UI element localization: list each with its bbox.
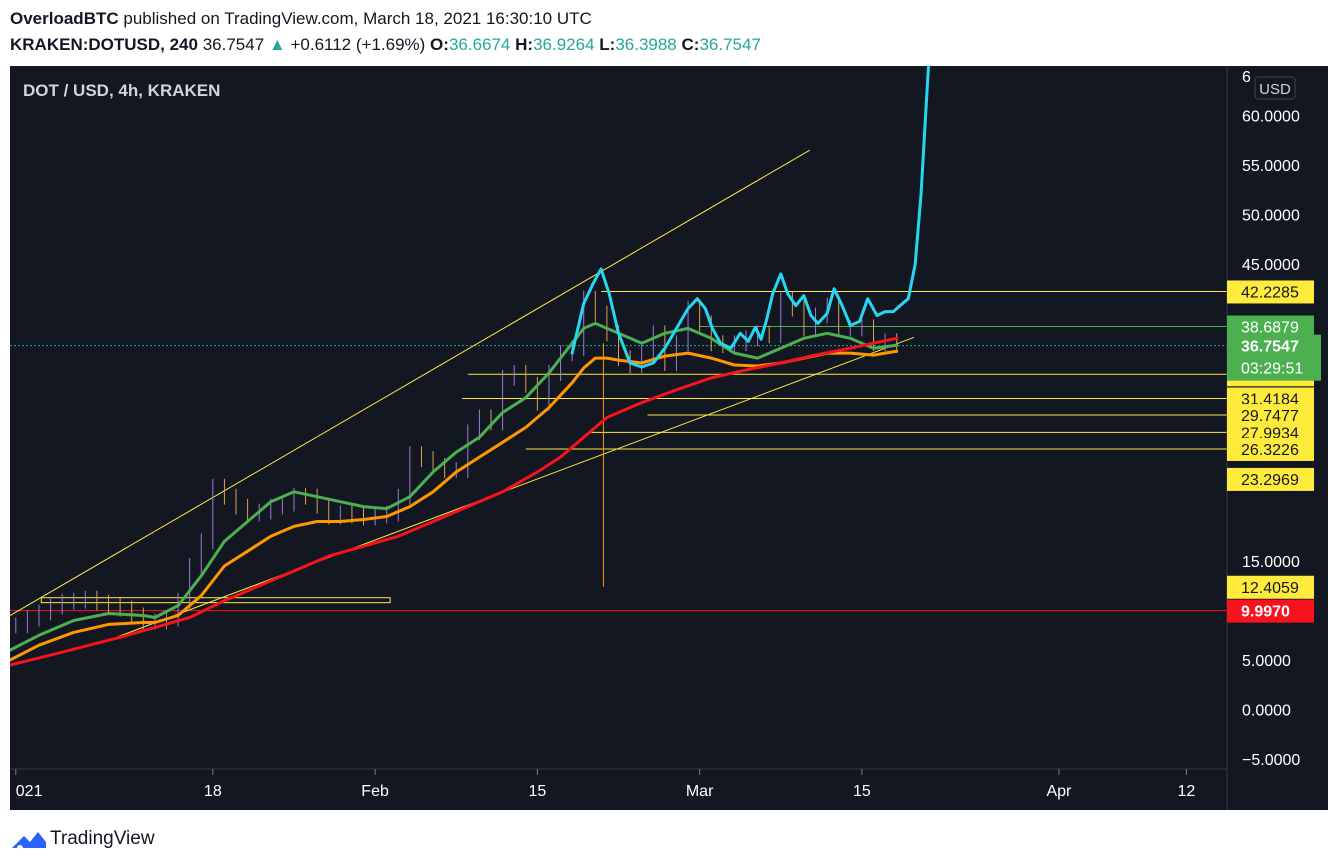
x-tick-label: 15 [528, 783, 546, 800]
y-tick-label: 55.0000 [1242, 158, 1300, 175]
y-tick-label: 6 [1242, 69, 1251, 86]
publish-info: published on TradingView.com, March 18, … [123, 9, 592, 28]
symbol-label: KRAKEN:DOTUSD, 240 [10, 35, 198, 54]
price-label: 42.2285 [1241, 284, 1299, 301]
price-label: 26.3226 [1241, 442, 1299, 459]
y-tick-label: 0.0000 [1242, 703, 1291, 720]
high-value: 36.9264 [533, 35, 595, 54]
x-tick-label: Mar [686, 783, 714, 800]
x-tick-label: Apr [1046, 783, 1072, 800]
price-label: 9.9970 [1241, 604, 1290, 621]
currency-label: USD [1259, 81, 1291, 98]
x-tick-label: 18 [204, 783, 222, 800]
up-arrow-icon: ▲ [268, 35, 286, 54]
bar-countdown: 03:29:51 [1241, 361, 1303, 378]
price-change: +0.6112 (+1.69%) [290, 35, 426, 54]
last-price-label: 36.7547 [1241, 339, 1299, 356]
tradingview-logo-icon [12, 832, 46, 851]
open-value: 36.6674 [448, 35, 511, 54]
x-tick-label: 12 [1178, 783, 1196, 800]
price-label: 23.2969 [1241, 472, 1299, 489]
ohlc-line: KRAKEN:DOTUSD, 240 36.7547 ▲ +0.6112 (+1… [10, 35, 761, 55]
x-tick-label: Feb [361, 783, 389, 800]
y-tick-label: 15.0000 [1242, 554, 1300, 571]
author-name[interactable]: OverloadBTC [10, 9, 119, 28]
price-chart[interactable]: 60.000055.000050.000045.000015.00005.000… [8, 54, 1328, 810]
price-label: 12.4059 [1241, 580, 1299, 597]
publish-line: OverloadBTC published on TradingView.com… [10, 9, 592, 29]
close-label: C: [681, 35, 700, 54]
brand-name: TradingView [50, 828, 155, 849]
low-value: 36.3988 [615, 35, 677, 54]
low-label: L: [599, 35, 616, 54]
price-label: 38.6879 [1241, 320, 1299, 337]
high-label: H: [515, 35, 534, 54]
chart-area[interactable]: 60.0000 55.0000 50.0000 45.0000 15.0000 5.000… [8, 54, 1328, 810]
open-label: O: [430, 35, 449, 54]
y-tick-label: 50.0000 [1242, 208, 1300, 225]
footer: TradingView [0, 816, 1334, 866]
y-tick-label: 60.0000 [1242, 109, 1300, 126]
chart-title: DOT / USD, 4h, KRAKEN [23, 81, 220, 100]
close-value: 36.7547 [699, 35, 761, 54]
x-tick-label: 15 [853, 783, 871, 800]
currency-button[interactable]: USD [1254, 76, 1296, 100]
x-tick-label: 021 [16, 783, 43, 800]
y-tick-label: −5.0000 [1242, 752, 1300, 769]
y-tick-label: 5.0000 [1242, 653, 1291, 670]
y-tick-label: 45.0000 [1242, 257, 1300, 274]
chart-header: OverloadBTC published on TradingView.com… [0, 0, 1334, 62]
last-price: 36.7547 [202, 35, 265, 54]
